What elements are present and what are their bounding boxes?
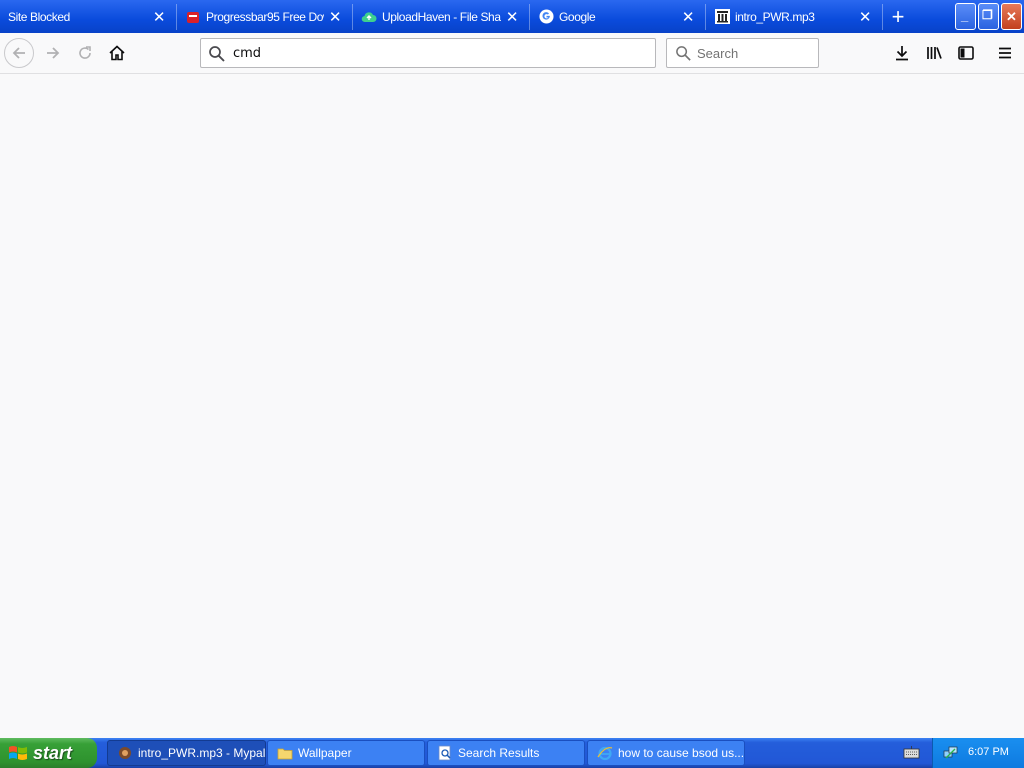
tab-close-icon[interactable]: ✕ bbox=[148, 6, 170, 28]
sidebar-icon bbox=[958, 46, 974, 60]
forward-arrow-icon bbox=[47, 47, 60, 59]
tab-intro-pwr[interactable]: intro_PWR.mp3 ✕ bbox=[706, 0, 882, 33]
tab-separator bbox=[882, 4, 883, 30]
close-window-button[interactable]: ✕ bbox=[1001, 3, 1022, 30]
progressbar95-icon bbox=[185, 9, 201, 25]
back-button[interactable] bbox=[4, 38, 34, 68]
tab-uploadhaven[interactable]: UploadHaven - File Shar ✕ bbox=[353, 0, 529, 33]
tab-close-icon[interactable]: ✕ bbox=[324, 6, 346, 28]
tab-google[interactable]: Google ✕ bbox=[530, 0, 705, 33]
taskbar-item-mypal[interactable]: intro_PWR.mp3 - Mypal bbox=[107, 740, 266, 766]
archive-icon bbox=[714, 9, 730, 25]
search-box[interactable] bbox=[666, 38, 819, 68]
task-label: Wallpaper bbox=[298, 746, 352, 760]
task-label: Search Results bbox=[458, 746, 540, 760]
task-label: how to cause bsod us... bbox=[618, 746, 744, 760]
minimize-icon: _ bbox=[961, 8, 969, 23]
taskbar-item-search-results[interactable]: Search Results bbox=[427, 740, 585, 766]
sidebar-button[interactable] bbox=[951, 38, 981, 68]
tab-title: Google bbox=[559, 9, 596, 24]
download-icon bbox=[896, 46, 908, 61]
ie-icon bbox=[597, 746, 613, 761]
clock: 6:07 PM bbox=[968, 746, 1009, 758]
tab-title: Site Blocked bbox=[8, 9, 70, 24]
back-arrow-icon bbox=[12, 47, 25, 59]
cloud-icon bbox=[361, 9, 377, 25]
tab-strip: Site Blocked ✕ Progressbar95 Free Dow ✕ … bbox=[0, 0, 1024, 33]
restore-icon: ❐ bbox=[982, 8, 993, 22]
reload-icon bbox=[79, 46, 91, 59]
mypal-icon bbox=[119, 747, 131, 759]
hamburger-menu-icon bbox=[999, 47, 1011, 59]
task-label: intro_PWR.mp3 - Mypal bbox=[138, 746, 265, 760]
home-icon bbox=[109, 45, 125, 61]
library-button[interactable] bbox=[919, 38, 949, 68]
tab-close-icon[interactable]: ✕ bbox=[854, 6, 876, 28]
home-button[interactable] bbox=[102, 38, 132, 68]
minimize-button[interactable]: _ bbox=[955, 3, 976, 30]
new-tab-button[interactable]: + bbox=[884, 3, 912, 31]
tab-title: UploadHaven - File Shar bbox=[382, 9, 501, 24]
tab-title: Progressbar95 Free Dow bbox=[206, 9, 324, 24]
close-icon: ✕ bbox=[1006, 9, 1017, 24]
taskbar-item-ie[interactable]: how to cause bsod us... bbox=[587, 740, 745, 766]
search-icon bbox=[209, 46, 225, 62]
tab-close-icon[interactable]: ✕ bbox=[501, 6, 523, 28]
page-content bbox=[0, 74, 1024, 738]
search-results-icon bbox=[438, 745, 451, 761]
navigation-toolbar bbox=[0, 33, 1024, 74]
folder-icon bbox=[277, 748, 293, 760]
address-bar[interactable] bbox=[200, 38, 656, 68]
address-input[interactable] bbox=[233, 43, 643, 63]
network-icon[interactable] bbox=[943, 745, 959, 761]
start-button[interactable]: start bbox=[0, 738, 97, 768]
restore-button[interactable]: ❐ bbox=[978, 3, 999, 30]
taskbar: start intro_PWR.mp3 - Mypal Wallpaper Se… bbox=[0, 738, 1024, 768]
menu-button[interactable] bbox=[990, 38, 1020, 68]
reload-button[interactable] bbox=[70, 38, 100, 68]
tab-close-icon[interactable]: ✕ bbox=[677, 6, 699, 28]
downloads-button[interactable] bbox=[887, 38, 917, 68]
search-icon bbox=[676, 46, 691, 61]
windows-flag-icon bbox=[9, 746, 27, 760]
start-label: start bbox=[33, 742, 73, 763]
keyboard-icon[interactable] bbox=[903, 745, 920, 761]
tab-title: intro_PWR.mp3 bbox=[735, 9, 815, 24]
forward-button[interactable] bbox=[38, 38, 68, 68]
system-tray: 6:07 PM bbox=[932, 738, 1024, 768]
taskbar-item-wallpaper[interactable]: Wallpaper bbox=[267, 740, 425, 766]
tab-progressbar95[interactable]: Progressbar95 Free Dow ✕ bbox=[177, 0, 352, 33]
search-input[interactable] bbox=[697, 44, 812, 62]
google-icon bbox=[538, 9, 554, 25]
tab-site-blocked[interactable]: Site Blocked ✕ bbox=[0, 0, 176, 33]
library-icon bbox=[927, 47, 942, 59]
